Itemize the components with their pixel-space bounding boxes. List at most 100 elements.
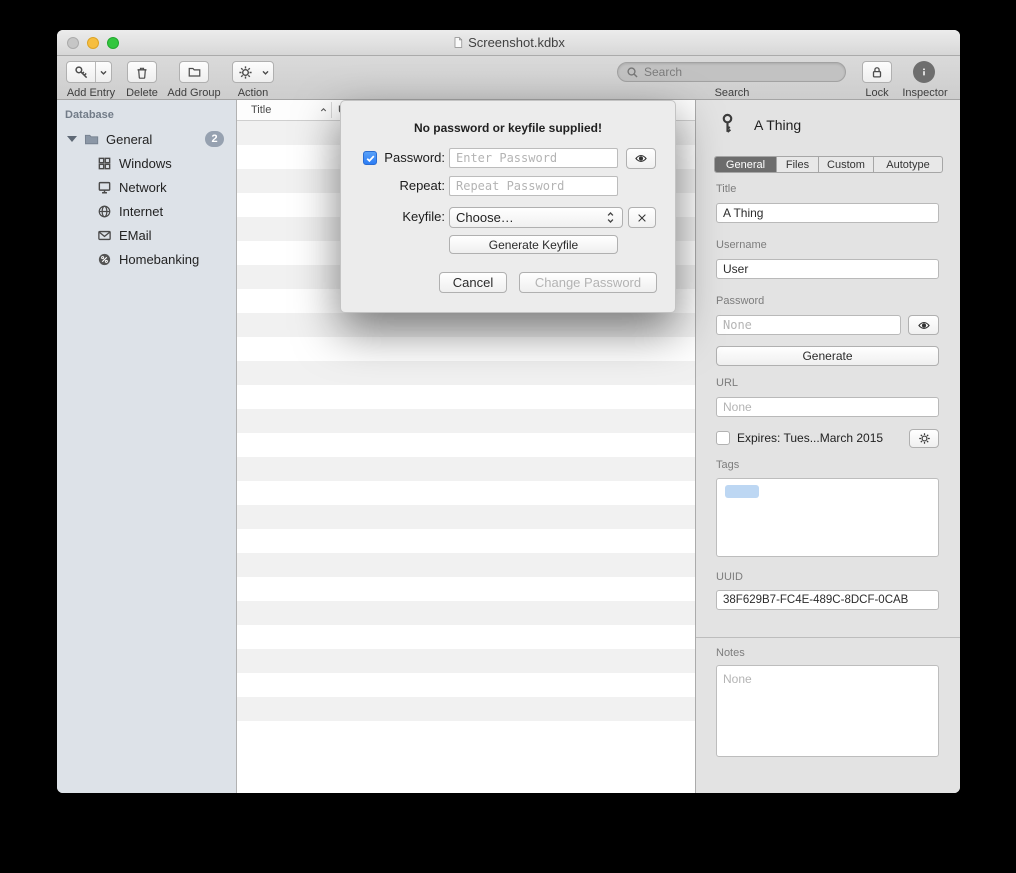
title-label: Title — [716, 183, 736, 195]
group-count-badge: 2 — [205, 131, 224, 147]
inspector-button[interactable] — [913, 61, 935, 83]
sidebar-item-homebanking[interactable]: Homebanking — [57, 248, 236, 270]
column-divider[interactable] — [331, 102, 332, 118]
title-input[interactable] — [716, 203, 939, 223]
folder-icon — [187, 65, 202, 79]
url-label: URL — [716, 377, 738, 389]
repeat-label: Repeat: — [371, 176, 445, 196]
window-title: Screenshot.kdbx — [57, 35, 960, 50]
sidebar-header: Database — [65, 109, 114, 121]
windows-icon — [97, 156, 113, 171]
show-password-button[interactable] — [908, 315, 939, 335]
notes-divider — [696, 637, 960, 638]
sidebar-item-email[interactable]: EMail — [57, 224, 236, 246]
change-password-button[interactable]: Change Password — [519, 272, 657, 293]
username-input[interactable] — [716, 259, 939, 279]
add-entry-button[interactable] — [66, 61, 112, 83]
keyfile-popup-button[interactable]: Choose… — [449, 207, 623, 228]
dialog-message: No password or keyfile supplied! — [341, 121, 675, 135]
username-label: Username — [716, 239, 767, 251]
eye-icon — [916, 319, 932, 332]
sidebar: Database General 2 Windows Network — [57, 100, 237, 793]
search-icon — [626, 66, 639, 84]
chevron-down-icon[interactable] — [95, 62, 111, 82]
window-title-text: Screenshot.kdbx — [468, 35, 565, 50]
toolbar: Add Entry Delete Add Group Action Search — [57, 56, 960, 100]
repeat-password-input[interactable] — [449, 176, 618, 196]
keyfile-label: Keyfile: — [371, 207, 445, 227]
password-label: Password — [716, 295, 764, 307]
lock-label: Lock — [857, 87, 897, 99]
sidebar-group-general[interactable]: General 2 — [57, 128, 236, 150]
chevron-down-icon — [258, 62, 273, 82]
keyfile-popup-value: Choose… — [456, 210, 514, 225]
sort-ascending-icon — [319, 105, 328, 117]
sidebar-item-label: EMail — [119, 228, 152, 243]
tags-box[interactable] — [716, 478, 939, 557]
delete-button[interactable] — [127, 61, 157, 83]
password-label: Password: — [371, 148, 445, 168]
folder-icon — [83, 132, 100, 147]
action-label: Action — [229, 87, 277, 99]
eye-icon — [633, 152, 649, 165]
add-group-button[interactable] — [179, 61, 209, 83]
entry-title: A Thing — [754, 117, 801, 133]
uuid-input[interactable] — [716, 590, 939, 610]
show-password-button[interactable] — [626, 148, 656, 169]
sidebar-group-label: General — [106, 132, 152, 147]
inspector-panel: A Thing General Files Custom Autotype Ti… — [695, 100, 960, 793]
clear-keyfile-button[interactable] — [628, 207, 656, 228]
inspector-label: Inspector — [897, 87, 953, 99]
close-icon — [636, 212, 648, 224]
key-icon — [716, 112, 739, 140]
sidebar-item-label: Windows — [119, 156, 172, 171]
document-icon — [452, 36, 464, 49]
network-icon — [97, 180, 113, 195]
search-input[interactable] — [644, 64, 834, 80]
sidebar-item-network[interactable]: Network — [57, 176, 236, 198]
info-icon — [913, 61, 935, 83]
tab-custom[interactable]: Custom — [819, 157, 874, 172]
search-label: Search — [697, 87, 767, 99]
lock-icon — [870, 65, 884, 80]
notes-label: Notes — [716, 647, 745, 659]
search-field[interactable] — [617, 62, 846, 82]
tab-general[interactable]: General — [715, 157, 777, 172]
password-input[interactable] — [449, 148, 618, 168]
tags-label: Tags — [716, 459, 739, 471]
column-header-title[interactable]: Title — [251, 104, 271, 116]
add-entry-label: Add Entry — [61, 87, 121, 99]
key-icon — [67, 65, 95, 80]
tab-autotype[interactable]: Autotype — [874, 157, 942, 172]
globe-icon — [97, 204, 113, 219]
notes-placeholder: None — [723, 672, 752, 686]
password-input[interactable] — [716, 315, 901, 335]
sidebar-item-label: Network — [119, 180, 167, 195]
add-group-label: Add Group — [164, 87, 224, 99]
expires-checkbox[interactable] — [716, 431, 730, 445]
gear-icon — [918, 432, 931, 445]
generate-keyfile-button[interactable]: Generate Keyfile — [449, 235, 618, 254]
title-bar: Screenshot.kdbx — [57, 30, 960, 56]
trash-icon — [135, 65, 149, 80]
expires-settings-button[interactable] — [909, 429, 939, 448]
notes-textarea[interactable]: None — [716, 665, 939, 757]
sidebar-item-internet[interactable]: Internet — [57, 200, 236, 222]
action-button[interactable] — [232, 61, 274, 83]
percent-icon — [97, 252, 113, 267]
disclosure-triangle-icon[interactable] — [67, 136, 77, 142]
tag-pill[interactable] — [725, 485, 759, 498]
sidebar-item-windows[interactable]: Windows — [57, 152, 236, 174]
cancel-button[interactable]: Cancel — [439, 272, 507, 293]
tab-files[interactable]: Files — [777, 157, 819, 172]
delete-label: Delete — [122, 87, 162, 99]
gear-icon — [233, 65, 258, 80]
sidebar-item-label: Internet — [119, 204, 163, 219]
mail-icon — [97, 228, 113, 243]
lock-button[interactable] — [862, 61, 892, 83]
generate-password-button[interactable]: Generate — [716, 346, 939, 366]
uuid-label: UUID — [716, 571, 743, 583]
change-password-dialog: No password or keyfile supplied! Passwor… — [340, 100, 676, 313]
expires-label: Expires: Tues...March 2015 — [737, 431, 883, 445]
url-input[interactable] — [716, 397, 939, 417]
